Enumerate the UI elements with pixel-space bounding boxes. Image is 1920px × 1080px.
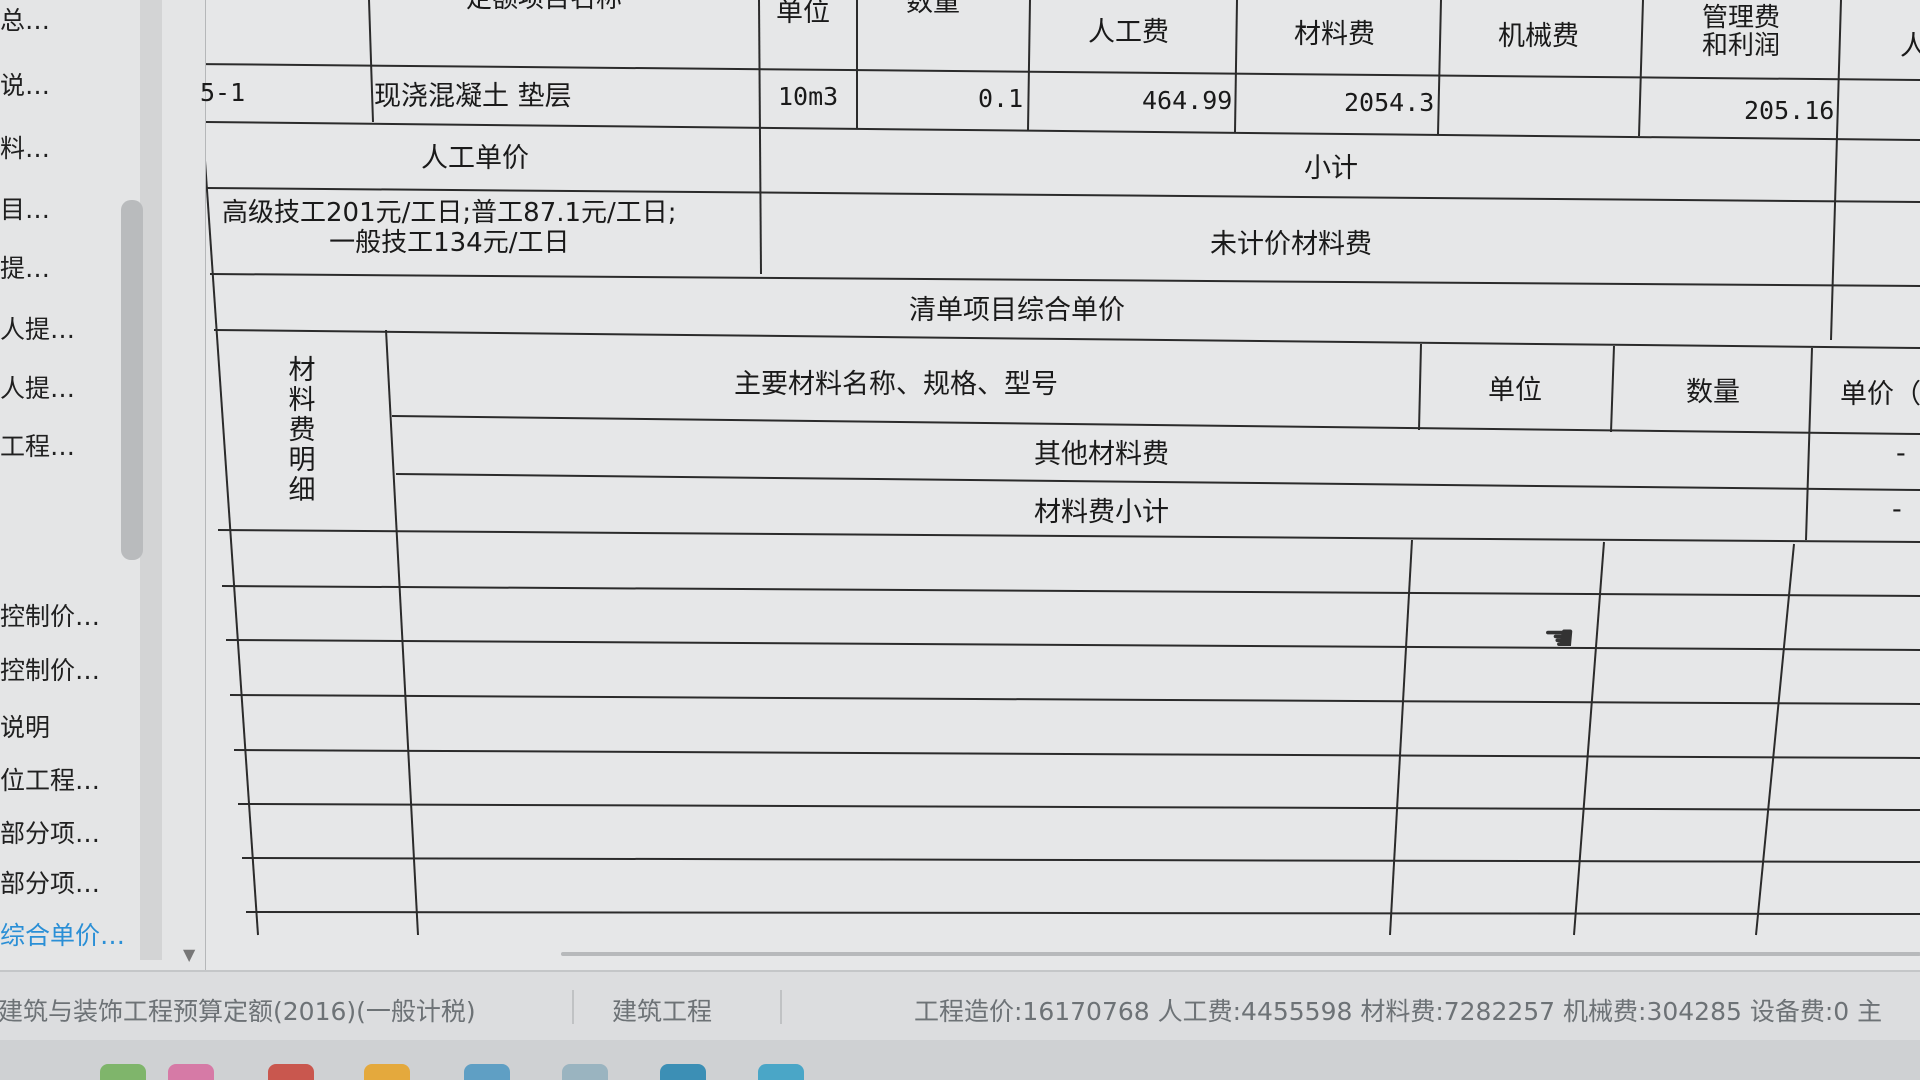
nav-item-unit-project[interactable]: 位工程…	[0, 763, 100, 799]
header-unit: 单位	[776, 0, 830, 28]
header-quantity: 数量	[906, 0, 960, 18]
header-mgmt-profit: 管理费 和利润	[1702, 4, 1780, 60]
material-qty-header: 数量	[1686, 377, 1740, 408]
header-labor-cost: 人工费	[1088, 17, 1169, 48]
nav-item-control-price-1[interactable]: 控制价…	[0, 599, 100, 635]
row-mgmt-profit[interactable]: 205.16	[1744, 96, 1834, 125]
header-mgmt-line1: 管理费	[1702, 3, 1781, 33]
material-price-header: 单价（	[1840, 379, 1920, 410]
row-quota-name[interactable]: 现浇混凝土 垫层	[374, 74, 572, 113]
nav-item-notes[interactable]: 说…	[0, 68, 50, 104]
material-name-spec-header: 主要材料名称、规格、型号	[734, 369, 1058, 400]
nav-item-extract-1[interactable]: 提…	[0, 251, 50, 287]
labor-rates: 高级技工201元/工日;普工87.1元/工日; 一般技工134元/工日	[222, 198, 677, 258]
status-separator	[572, 990, 574, 1024]
header-quota-name: 定额项目名称	[466, 0, 622, 15]
scroll-down-arrow-icon[interactable]: ▼	[183, 945, 195, 964]
header-material-cost: 材料费	[1294, 19, 1375, 50]
status-cost-summary: 工程造价:16170768 人工费:4455598 材料费:7282257 机械…	[914, 997, 1883, 1026]
row-unit[interactable]: 10m3	[778, 82, 838, 111]
header-machine-cost: 机械费	[1498, 21, 1579, 52]
nav-item-subitems-2[interactable]: 部分项…	[0, 866, 100, 902]
labor-unit-price-label: 人工单价	[421, 143, 529, 174]
taskbar-app-icon[interactable]	[758, 1064, 804, 1080]
sidebar-scroll-thumb[interactable]	[121, 200, 143, 560]
taskbar-app-icon[interactable]	[100, 1064, 146, 1080]
composite-unit-price-sheet: 定额项目名称 单位 数量 人工费 材料费 机械费 管理费 和利润 人 5-1 现…	[200, 0, 1920, 970]
status-quota-standard: 建筑与装饰工程预算定额(2016)(一般计税)	[0, 997, 476, 1026]
row-quantity[interactable]: 0.1	[978, 84, 1023, 113]
material-subtotal-label: 材料费小计	[1034, 497, 1169, 528]
taskbar-app-icon[interactable]	[660, 1064, 706, 1080]
left-nav-pane: 总… 说… 料… 目… 提… 人提… 人提… 工程… 控制价… 控制价… 说明 …	[0, 0, 207, 970]
taskbar-app-icon[interactable]	[562, 1064, 608, 1080]
row-labor-cost[interactable]: 464.99	[1142, 86, 1232, 115]
status-bar: 建筑与装饰工程预算定额(2016)(一般计税) 建筑工程 工程造价:161707…	[0, 970, 1920, 1042]
taskbar-app-icon[interactable]	[364, 1064, 410, 1080]
material-unit-header: 单位	[1488, 375, 1542, 406]
labor-rates-line1: 高级技工201元/工日;普工87.1元/工日;	[222, 198, 677, 228]
taskbar-app-icon[interactable]	[268, 1064, 314, 1080]
other-material-cost-label: 其他材料费	[1034, 439, 1169, 470]
hand-cursor-icon: ☚	[1543, 618, 1576, 659]
header-mgmt-line2: 和利润	[1702, 31, 1781, 61]
taskbar-app-icon[interactable]	[168, 1064, 214, 1080]
horizontal-scrollbar[interactable]	[561, 952, 1920, 956]
status-project-type: 建筑工程	[612, 997, 713, 1026]
nav-item-summary[interactable]: 总…	[0, 3, 50, 39]
nav-item-description[interactable]: 说明	[0, 710, 50, 746]
material-subtotal-value[interactable]: -	[1892, 494, 1902, 525]
nav-item-materials[interactable]: 料…	[0, 131, 50, 167]
taskbar-app-icon[interactable]	[464, 1064, 510, 1080]
nav-item-composite-unit-price[interactable]: 综合单价…	[0, 918, 125, 954]
subtotal-label: 小计	[1304, 153, 1358, 184]
unpriced-material-label: 未计价材料费	[1210, 229, 1372, 260]
nav-item-subitems-1[interactable]: 部分项…	[0, 816, 100, 852]
taskbar	[0, 1040, 1920, 1080]
labor-rates-line2: 一般技工134元/工日	[329, 228, 570, 258]
header-cutoff-column: 人	[1900, 31, 1920, 62]
row-quota-code[interactable]: 5-1	[200, 78, 245, 107]
row-material-cost[interactable]: 2054.3	[1344, 88, 1434, 117]
nav-item-items[interactable]: 目…	[0, 192, 50, 228]
sidebar-scroll-track[interactable]	[140, 0, 162, 960]
status-separator	[780, 990, 782, 1024]
other-material-cost-value[interactable]: -	[1896, 438, 1906, 469]
nav-item-extract-2[interactable]: 人提…	[0, 312, 75, 348]
composite-unit-price-label: 清单项目综合单价	[909, 295, 1125, 326]
nav-item-project[interactable]: 工程…	[0, 429, 75, 465]
nav-item-extract-3[interactable]: 人提…	[0, 371, 75, 407]
nav-item-control-price-2[interactable]: 控制价…	[0, 653, 100, 689]
material-detail-label: 材料费明细	[288, 355, 316, 506]
